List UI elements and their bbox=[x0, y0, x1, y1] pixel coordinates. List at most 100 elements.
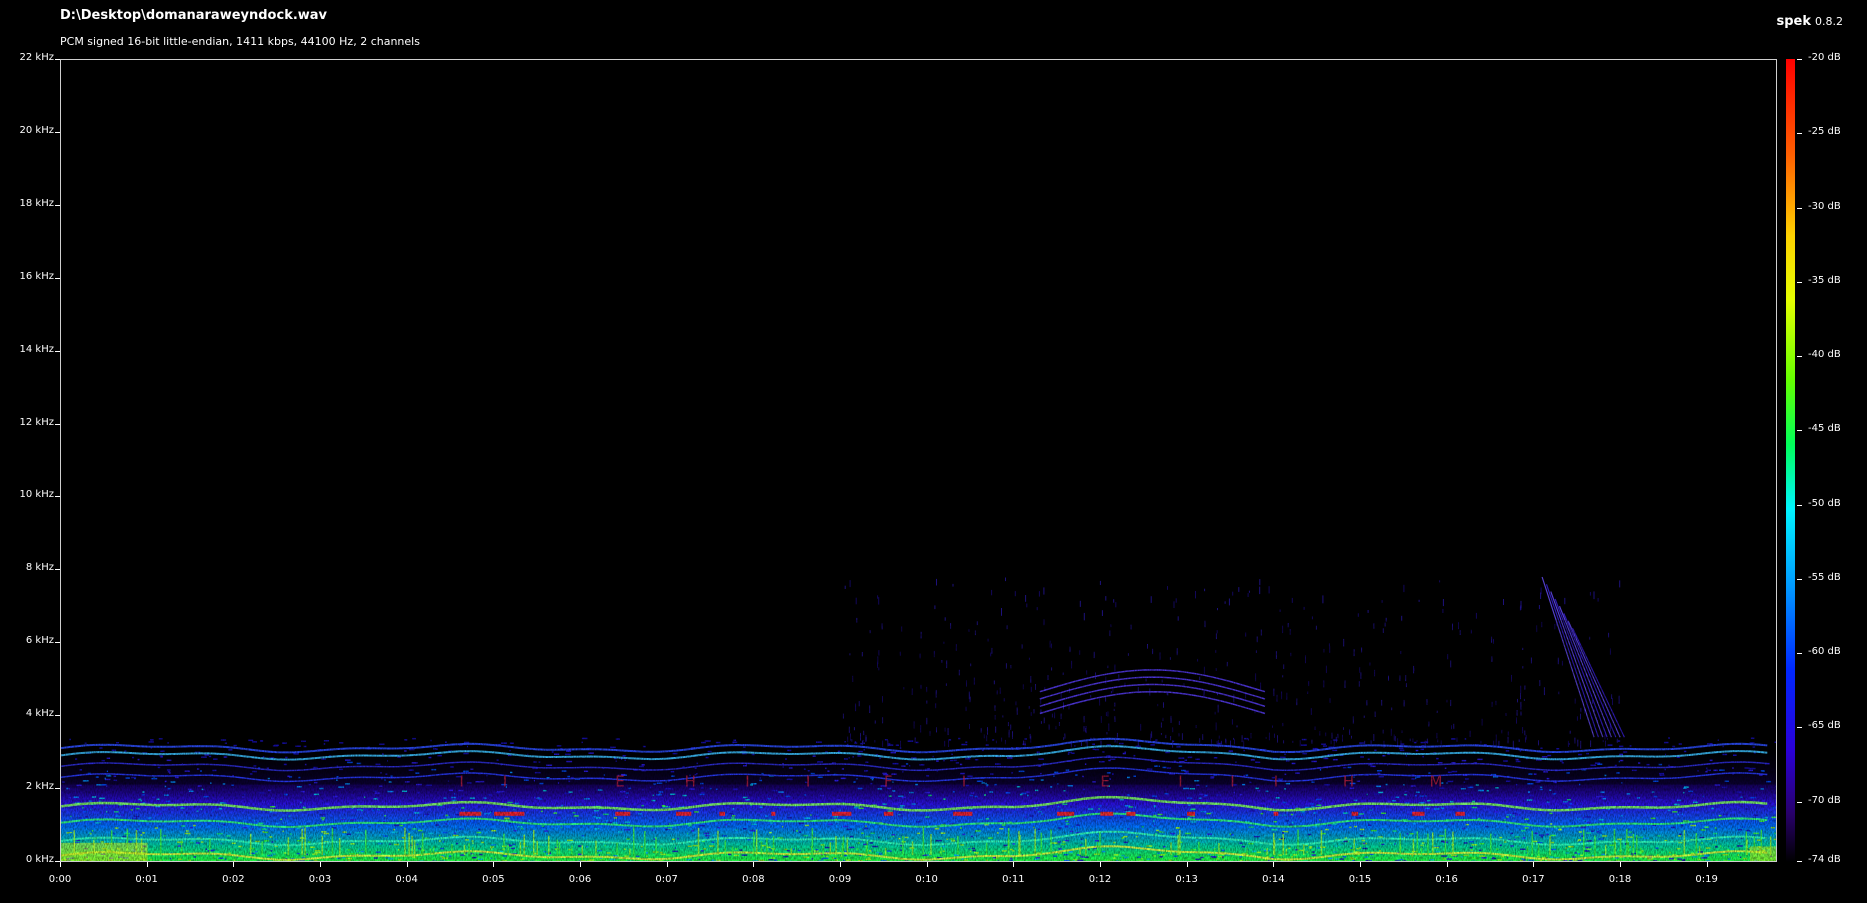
frequency-tick-label: 2 kHz bbox=[25, 781, 54, 793]
colorbar-tick-mark bbox=[1797, 59, 1802, 60]
high-frequency-fleck bbox=[1228, 598, 1230, 606]
time-tick-mark bbox=[1446, 862, 1448, 867]
colorbar-tick-mark bbox=[1797, 727, 1802, 729]
high-frequency-fleck bbox=[1540, 592, 1542, 599]
colorbar-tick-mark bbox=[1797, 281, 1802, 283]
time-tick-label: 0:02 bbox=[222, 874, 245, 885]
colorbar-tick-mark bbox=[1797, 504, 1802, 506]
high-frequency-fleck bbox=[1204, 588, 1206, 592]
colorbar-tick-label: -60 dB bbox=[1808, 646, 1841, 658]
time-tick-mark bbox=[1013, 862, 1015, 867]
frequency-tick-label: 4 kHz bbox=[25, 708, 54, 720]
high-frequency-fleck bbox=[1520, 600, 1522, 608]
time-tick-label: 0:10 bbox=[915, 874, 938, 885]
high-frequency-fleck bbox=[1101, 610, 1103, 616]
high-frequency-fleck bbox=[1001, 608, 1002, 616]
colorbar-tick-label: -50 dB bbox=[1808, 497, 1841, 509]
high-frequency-fleck bbox=[1247, 593, 1249, 597]
time-tick-label: 0:04 bbox=[395, 874, 418, 885]
high-frequency-fleck bbox=[1036, 607, 1038, 611]
time-tick-mark bbox=[1360, 862, 1361, 867]
colorbar-tick-mark bbox=[1797, 578, 1802, 580]
high-frequency-fleck bbox=[1442, 608, 1444, 613]
colorbar-tick-label: -45 dB bbox=[1808, 423, 1841, 435]
time-tick-label: 0:18 bbox=[1608, 874, 1632, 885]
colorbar-tick-mark bbox=[1797, 653, 1802, 655]
high-frequency-fleck bbox=[952, 583, 954, 587]
frequency-tick-label: 12 kHz bbox=[19, 416, 54, 428]
high-frequency-fleck bbox=[1232, 591, 1234, 596]
time-tick-mark bbox=[233, 862, 235, 867]
high-frequency-fleck bbox=[1014, 591, 1016, 597]
high-frequency-fleck bbox=[1597, 598, 1599, 602]
colorbar-tick-mark bbox=[1797, 356, 1802, 358]
frequency-tick-label: 20 kHz bbox=[19, 124, 54, 136]
high-frequency-fleck bbox=[1238, 587, 1240, 592]
time-tick-label: 0:01 bbox=[135, 874, 158, 885]
high-frequency-fleck bbox=[1005, 577, 1006, 582]
time-tick-mark bbox=[493, 862, 495, 867]
high-frequency-fleck bbox=[1589, 592, 1591, 596]
high-frequency-fleck bbox=[1259, 586, 1261, 595]
high-frequency-fleck bbox=[1195, 591, 1196, 599]
high-frequency-fleck bbox=[1025, 595, 1027, 602]
high-frequency-fleck bbox=[1403, 584, 1405, 593]
high-frequency-fleck bbox=[1105, 596, 1107, 601]
app-version: 0.8.2 bbox=[1815, 15, 1843, 28]
colorbar-tick-label: -40 dB bbox=[1808, 349, 1841, 361]
time-tick-mark bbox=[753, 862, 755, 867]
high-frequency-fleck bbox=[878, 597, 880, 605]
high-frequency-fleck bbox=[1038, 591, 1040, 597]
high-frequency-fleck bbox=[1538, 605, 1540, 610]
time-tick-label: 0:03 bbox=[308, 874, 332, 885]
file-path-title: D:\Desktop\domanaraweyndock.wav bbox=[60, 8, 328, 23]
colorbar-tick-label: -55 dB bbox=[1808, 571, 1841, 583]
time-tick-mark bbox=[580, 862, 581, 867]
spectrogram-plot[interactable]: IIEHIIFIEIIIHM bbox=[60, 59, 1777, 862]
colorbar-tick-label: -74 dB bbox=[1808, 854, 1841, 865]
frequency-tick-label: 8 kHz bbox=[25, 562, 54, 574]
frequency-tick-label: 22 kHz bbox=[19, 52, 54, 63]
file-format-info: PCM signed 16-bit little-endian, 1411 kb… bbox=[60, 35, 420, 48]
high-frequency-fleck bbox=[1079, 600, 1081, 607]
high-frequency-fleck bbox=[1564, 597, 1566, 605]
time-tick-mark bbox=[666, 862, 668, 867]
high-frequency-fleck bbox=[1043, 587, 1045, 595]
high-frequency-fleck bbox=[1175, 598, 1177, 603]
time-tick-mark bbox=[146, 862, 148, 867]
high-frequency-fleck bbox=[1173, 601, 1175, 608]
time-tick-mark bbox=[1273, 862, 1275, 867]
frequency-tick-label: 0 kHz bbox=[25, 854, 54, 865]
high-frequency-fleck bbox=[1083, 612, 1085, 621]
time-tick-label: 0:15 bbox=[1348, 874, 1372, 885]
time-tick-mark bbox=[1186, 862, 1188, 867]
high-frequency-fleck bbox=[1418, 599, 1420, 602]
high-frequency-fleck bbox=[1099, 580, 1101, 585]
time-tick-label: 0:06 bbox=[568, 874, 592, 885]
high-frequency-fleck bbox=[1167, 586, 1168, 590]
high-frequency-fleck bbox=[936, 578, 937, 586]
high-frequency-fleck bbox=[1381, 600, 1383, 603]
time-tick-mark bbox=[320, 862, 321, 867]
colorbar-tick-label: -65 dB bbox=[1808, 720, 1841, 732]
colorbar-tick-label: -70 dB bbox=[1808, 794, 1841, 806]
high-frequency-fleck bbox=[1268, 586, 1270, 594]
high-frequency-fleck bbox=[1150, 596, 1152, 603]
time-tick-mark bbox=[406, 862, 408, 867]
colorbar-tick-mark bbox=[1797, 801, 1802, 803]
colorbar-tick-label: -20 dB bbox=[1808, 52, 1841, 63]
high-frequency-fleck bbox=[934, 605, 936, 610]
frequency-tick-label: 14 kHz bbox=[19, 343, 54, 355]
frequency-tick-label: 10 kHz bbox=[19, 489, 54, 501]
time-tick-label: 0:14 bbox=[1262, 874, 1285, 885]
high-frequency-fleck bbox=[1217, 608, 1218, 611]
high-frequency-fleck bbox=[1248, 590, 1250, 593]
high-frequency-fleck bbox=[1115, 602, 1117, 608]
app-branding: spek 0.8.2 bbox=[1776, 10, 1843, 29]
time-tick-label: 0:07 bbox=[655, 874, 678, 885]
spectrogram-image: IIEHIIFIEIIIHM bbox=[61, 60, 1776, 861]
high-frequency-fleck bbox=[1224, 601, 1226, 604]
colorbar-tick-label: -25 dB bbox=[1808, 126, 1841, 138]
time-tick-label: 0:13 bbox=[1175, 874, 1198, 885]
time-tick-label: 0:09 bbox=[828, 874, 852, 885]
